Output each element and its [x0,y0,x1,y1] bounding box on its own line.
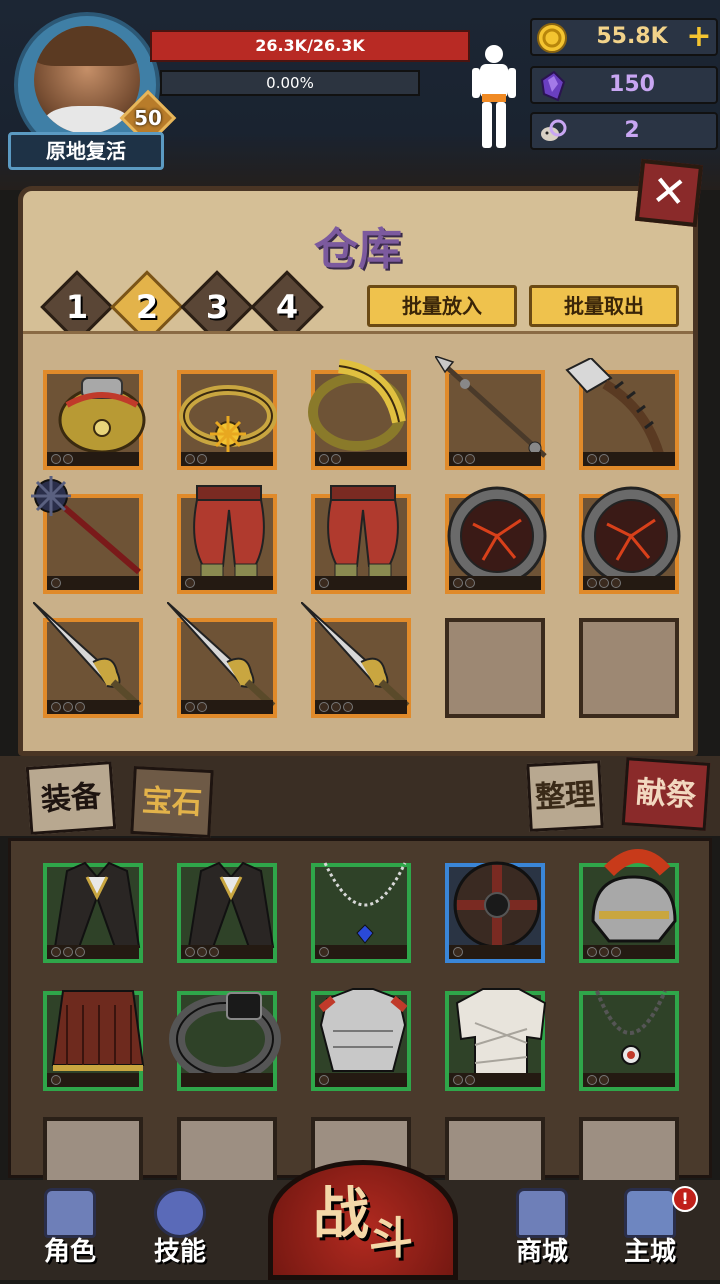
nav-shop-label: 商城 [515,1237,568,1267]
close-button[interactable]: ✕ [634,158,704,228]
add-gold-button[interactable]: + [682,20,716,54]
warehouse-slot[interactable] [177,370,277,470]
revive-button[interactable]: 原地复活 [8,132,164,170]
fight-label: 战斗 [268,1170,458,1280]
inventory-slot[interactable] [311,862,411,963]
spear-icon [435,356,547,458]
batch-store-button[interactable]: 批量放入 [367,285,517,327]
page-tab-1[interactable]: 1 [51,281,103,333]
inventory-slot[interactable] [169,991,281,1091]
ornate-dagger-icon [167,602,276,709]
inventory-slot[interactable] [579,849,679,963]
red-pants-icon [327,485,399,583]
warehouse-slot[interactable] [33,602,143,718]
inventory-slot[interactable] [579,990,679,1091]
tab-gems[interactable]: 宝石 [130,765,214,839]
spiked-mace-icon [31,476,141,575]
page-tab-2[interactable]: 2 [121,281,173,333]
ornate-dagger-icon [301,602,410,709]
nav-character-label: 角色 [43,1237,96,1267]
fight-label-1: 战 [313,1182,369,1247]
inventory-slot-empty[interactable] [579,1117,679,1187]
sun-ring-icon [179,385,277,452]
inventory-slot[interactable] [43,990,145,1091]
warehouse-slot[interactable] [167,602,277,718]
crystal-resource: 150 [530,66,718,104]
batch-retrieve-button[interactable]: 批量取出 [529,285,679,327]
page-tab-3[interactable]: 3 [191,281,243,333]
fur-collar-shape [44,106,130,134]
hp-bar: 26.3K/26.3K [150,30,470,62]
sacrifice-button[interactable]: 献祭 [621,757,711,831]
nav-character[interactable]: 角色 [26,1180,114,1278]
nav-skills[interactable]: 技能 [136,1180,224,1278]
warehouse-slot[interactable] [435,356,547,470]
inventory-slot[interactable] [445,988,547,1091]
inventory-slot-empty[interactable] [445,1117,545,1187]
warehouse-slot[interactable] [565,358,679,470]
chain-amulet-icon [595,990,667,1065]
tab-equipment[interactable]: 装备 [25,761,117,835]
warehouse-slot[interactable] [43,370,146,470]
warehouse-title: 仓库 [314,224,402,275]
gold-coin-icon [537,23,567,53]
gold-resource: 55.8K + [530,18,718,56]
warehouse-slot-empty[interactable] [579,618,679,718]
crystal-value: 150 [609,72,655,97]
nav-skills-label: 技能 [153,1237,206,1267]
xp-bar: 0.00% [160,70,420,96]
warehouse-slot[interactable] [301,602,411,718]
warehouse-slot[interactable] [177,485,277,594]
warehouse-slot-empty[interactable] [445,618,545,718]
inventory-tabs: 装备 宝石 整理 献祭 [0,756,720,839]
round-shield-icon [453,861,541,949]
fight-label-2: 斗 [369,1213,413,1264]
golden-armor-icon [58,377,146,454]
ram-skull-icon [541,119,567,141]
warehouse-slot[interactable] [31,476,143,594]
warehouse-slot[interactable] [445,486,547,594]
gold-value: 55.8K [596,24,668,49]
warehouse-slot[interactable] [311,485,411,594]
sapphire-necklace-icon [323,862,407,944]
red-pants-icon [193,485,265,583]
warehouse-panel: 仓库 1 2 3 4 批量放入 批量取出 [18,186,698,756]
golden-bracelet-icon [308,359,406,451]
sort-button[interactable]: 整理 [526,760,604,832]
ornate-dagger-icon [33,602,142,709]
hair-shape [34,26,140,66]
warehouse-slot[interactable] [308,359,411,470]
warehouse-slot[interactable] [579,486,681,594]
nav-main-city-label: 主城 [623,1237,676,1267]
inventory-slot[interactable] [445,861,545,963]
purple-crystal-icon [540,70,566,102]
level-value: 50 [134,106,162,130]
inventory-slot-empty[interactable] [177,1117,277,1187]
page-tab-4[interactable]: 4 [261,281,313,333]
inventory-slot-empty[interactable] [43,1117,143,1187]
equipment-silhouette-icon[interactable] [470,40,518,152]
top-status-bar: 50 原地复活 26.3K/26.3K 0.00% 55.8K + 150 2 [0,0,720,190]
inventory-slot[interactable] [43,861,143,963]
ram-token-resource: 2 [530,112,718,150]
nav-shop[interactable]: 商城 [498,1180,586,1278]
inventory-slot[interactable] [177,861,277,963]
notification-badge: ! [672,1186,698,1212]
inventory-grid [8,838,712,1187]
warehouse-grid [23,331,693,751]
inventory-slot[interactable] [311,988,411,1091]
ram-token-value: 2 [624,118,640,143]
